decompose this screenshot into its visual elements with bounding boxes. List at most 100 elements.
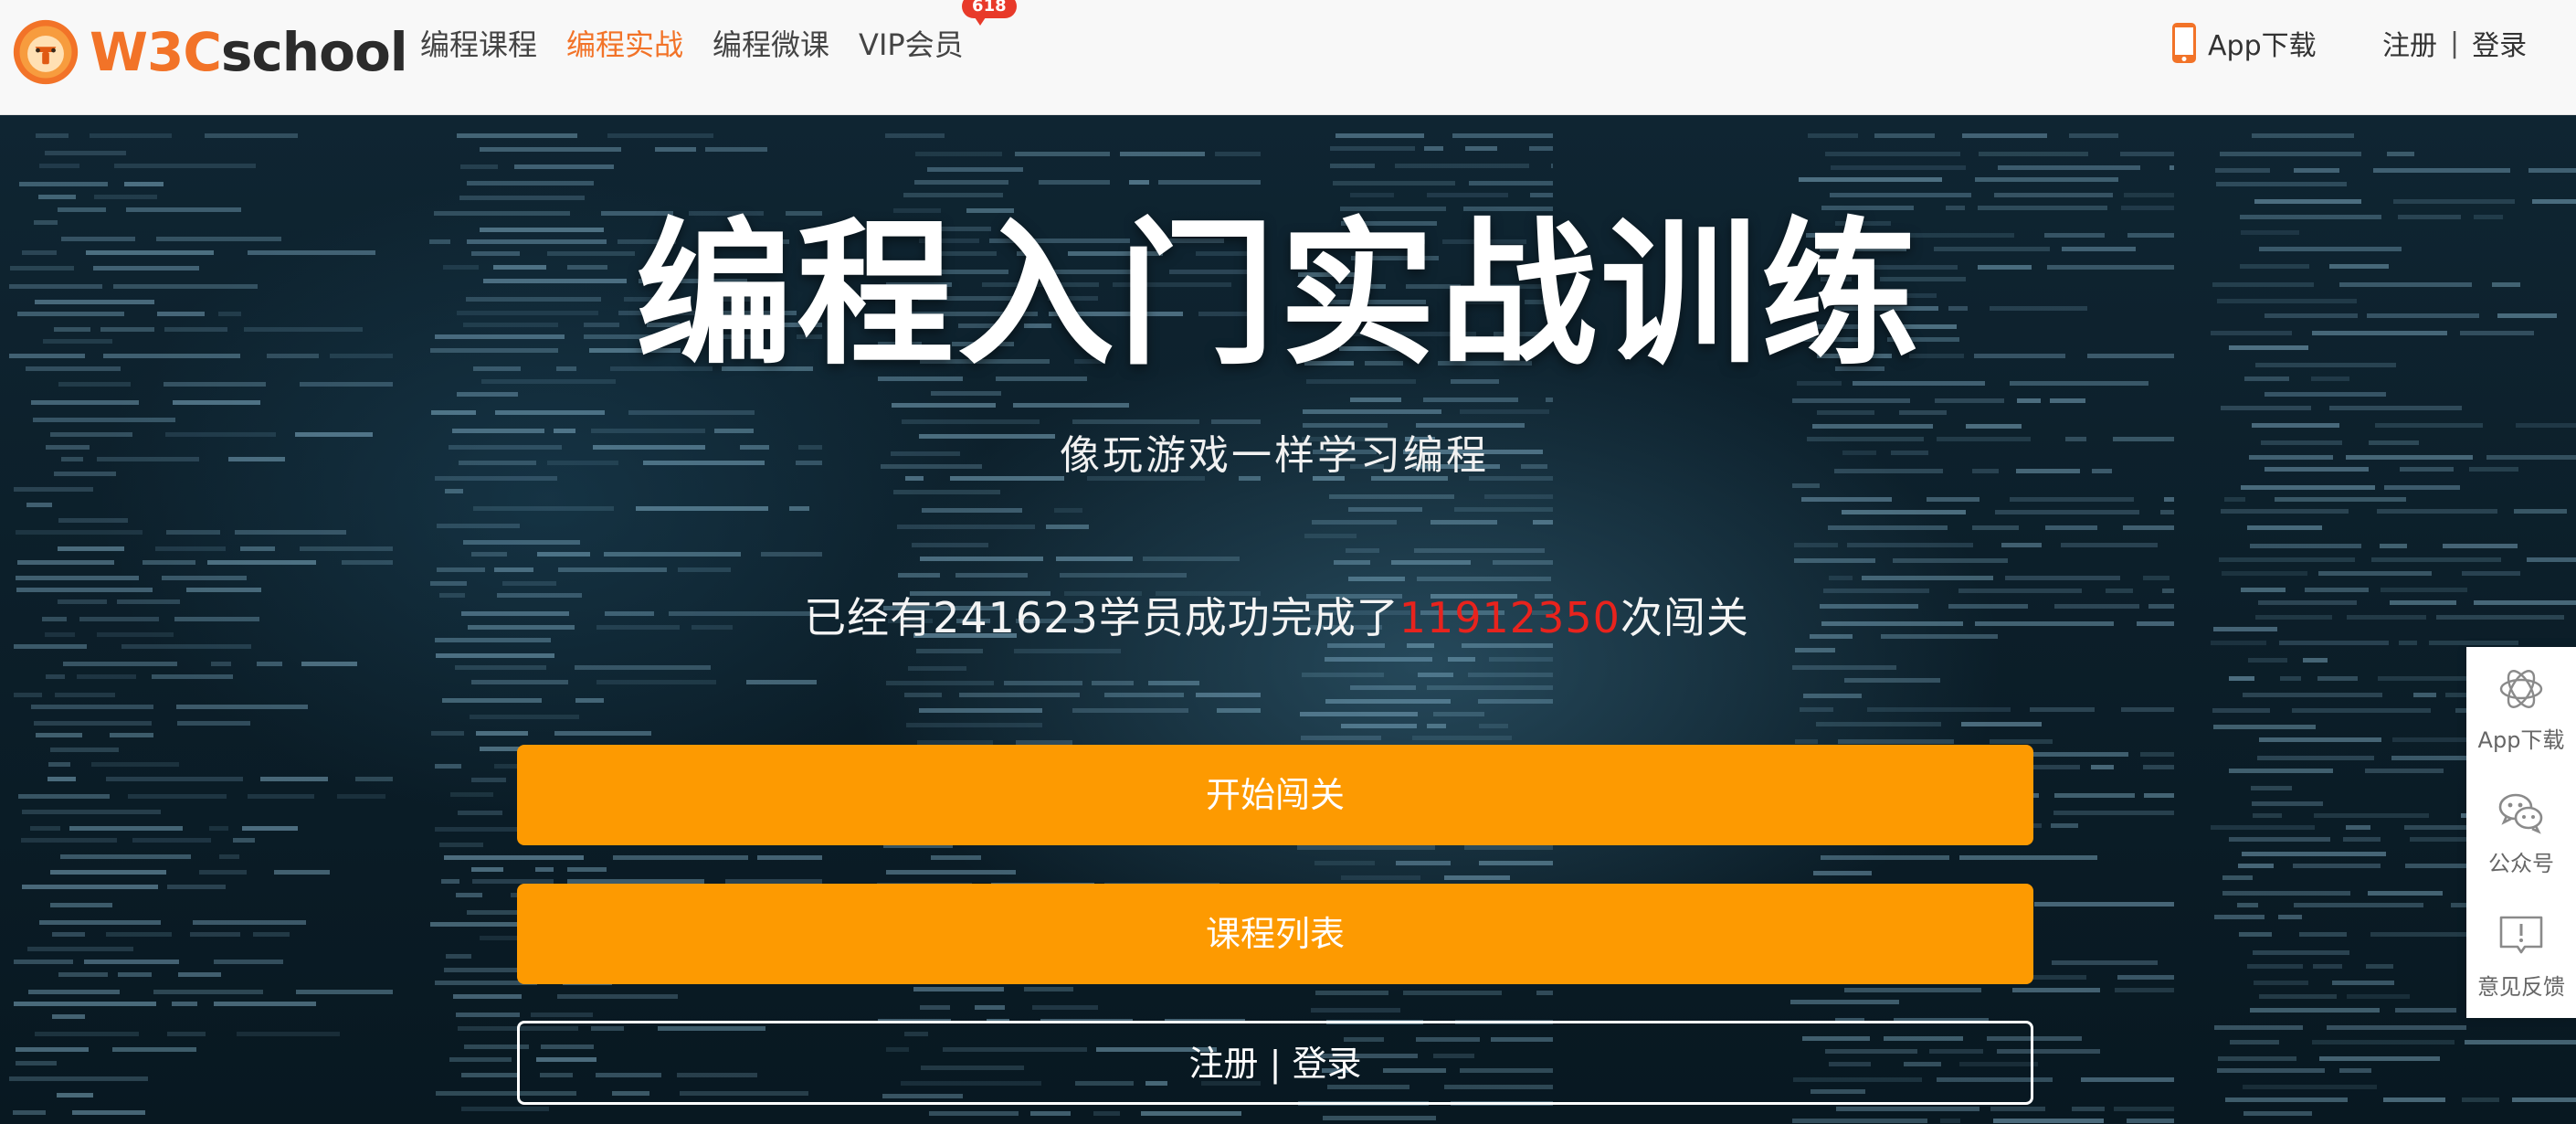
code-line — [31, 705, 153, 709]
code-line — [2005, 576, 2120, 580]
code-line — [132, 838, 211, 843]
code-line — [1329, 494, 1454, 499]
app-download-link[interactable]: App下载 — [2171, 0, 2317, 86]
register-login-button[interactable]: 注册 | 登录 — [517, 1021, 2033, 1105]
code-line — [431, 410, 476, 415]
register-button-label[interactable]: 注册 — [1188, 1044, 1258, 1084]
code-line — [173, 400, 260, 405]
code-line — [2031, 752, 2128, 757]
code-line — [2243, 1085, 2377, 1089]
code-line — [2212, 708, 2270, 713]
code-line — [558, 567, 667, 572]
code-line — [920, 1005, 950, 1010]
code-line — [1979, 152, 2088, 156]
code-line — [36, 133, 69, 138]
nav-item-vip[interactable]: VIP会员 618 — [859, 0, 1017, 64]
code-line — [2216, 182, 2347, 186]
code-line — [2294, 903, 2423, 907]
code-line — [2462, 571, 2520, 576]
code-line — [1836, 1107, 1980, 1111]
code-line — [2532, 199, 2576, 204]
code-line — [1816, 722, 1941, 726]
code-line — [57, 1093, 93, 1097]
code-line — [1838, 739, 1954, 744]
register-link[interactable]: 注册 — [2382, 23, 2437, 63]
code-line — [1427, 685, 1553, 690]
code-line — [1030, 1111, 1071, 1116]
code-line — [31, 400, 139, 405]
code-line — [1830, 193, 1971, 197]
code-line — [167, 885, 226, 889]
code-line — [1412, 736, 1512, 740]
code-line — [607, 133, 713, 138]
code-line — [471, 680, 568, 684]
code-line — [16, 1047, 89, 1052]
code-line — [494, 567, 533, 572]
code-line — [2243, 1111, 2312, 1116]
code-line — [2030, 707, 2095, 712]
code-line — [435, 764, 461, 769]
code-line — [906, 723, 1042, 727]
side-item-wechat[interactable]: 公众号 — [2466, 770, 2576, 894]
code-line — [1092, 681, 1134, 685]
app-logo-icon — [2499, 670, 2543, 708]
code-line — [2143, 765, 2174, 769]
code-line — [1325, 699, 1451, 704]
code-line — [2413, 693, 2436, 697]
w3cschool-logo[interactable]: W3Cschool — [11, 11, 408, 93]
side-item-app-download[interactable]: App下载 — [2466, 647, 2576, 770]
code-line — [1346, 548, 1379, 553]
code-line — [1148, 681, 1199, 685]
code-line — [2010, 381, 2148, 386]
code-line — [355, 777, 393, 781]
code-line — [260, 777, 328, 781]
code-line — [1800, 707, 1833, 712]
code-line — [1297, 845, 1435, 850]
code-line — [2365, 769, 2444, 773]
code-line — [1927, 497, 1980, 502]
hero-subtitle: 像玩游戏一样学习编程 — [1060, 432, 1489, 479]
code-line — [1844, 988, 1981, 992]
code-line — [1341, 875, 1420, 880]
nav-item-practice[interactable]: 编程实战 — [566, 22, 683, 64]
code-line — [2211, 825, 2315, 830]
code-line — [922, 508, 1022, 513]
side-item-feedback[interactable]: 意见反馈 — [2466, 894, 2576, 1017]
start-challenge-button[interactable]: 开始闯关 — [517, 745, 2033, 845]
code-line — [441, 879, 459, 884]
code-line — [16, 530, 143, 535]
code-line — [461, 1107, 549, 1111]
nav-item-micro-courses[interactable]: 编程微课 — [713, 22, 829, 64]
code-line — [912, 543, 988, 547]
code-line — [14, 487, 93, 492]
course-list-button[interactable]: 课程列表 — [517, 884, 2033, 984]
code-line — [2243, 693, 2382, 697]
code-line — [885, 133, 945, 138]
code-line — [455, 665, 546, 670]
login-button-label[interactable]: 登录 — [1293, 1044, 1362, 1084]
code-line — [1533, 520, 1553, 525]
code-line — [470, 715, 579, 719]
code-line — [2299, 932, 2347, 937]
code-line — [2218, 1056, 2296, 1061]
nav-item-courses[interactable]: 编程课程 — [420, 22, 537, 64]
code-line — [178, 972, 221, 977]
code-line — [1975, 177, 2118, 182]
code-line — [1899, 410, 1947, 415]
code-line — [2387, 152, 2414, 156]
code-line — [2395, 1008, 2456, 1013]
code-line — [106, 932, 172, 937]
code-line — [2347, 994, 2410, 999]
code-line — [1325, 657, 1432, 662]
code-line — [1431, 520, 1497, 525]
floating-side-bar: App下载 公众号 意见反馈 — [2466, 647, 2576, 1018]
code-line — [575, 665, 711, 670]
code-line — [72, 1110, 145, 1115]
code-line — [1990, 1107, 2045, 1111]
code-line — [1994, 193, 2113, 197]
code-line — [77, 674, 136, 679]
login-link[interactable]: 登录 — [2472, 23, 2527, 63]
code-line — [1304, 534, 1357, 538]
code-line — [1551, 164, 1553, 168]
code-line — [1792, 665, 1896, 670]
